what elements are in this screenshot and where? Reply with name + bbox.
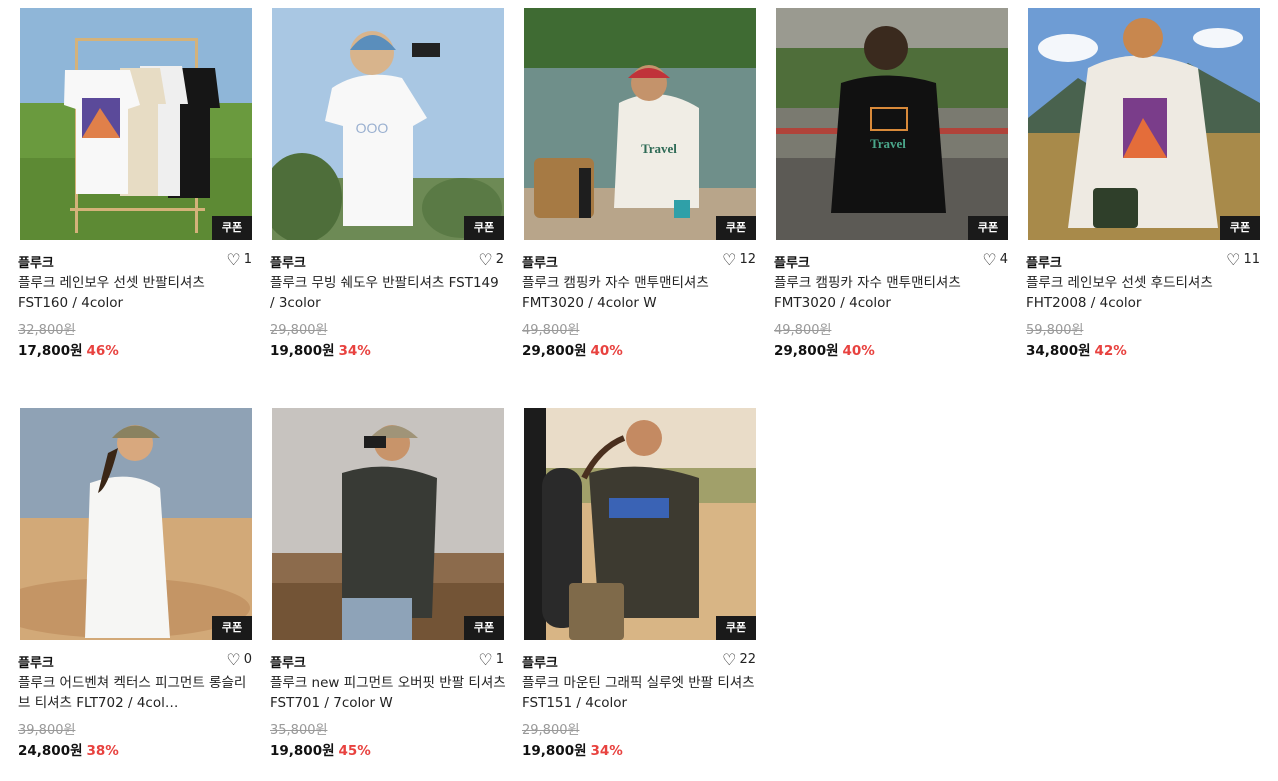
like-button[interactable]: ♡ 4 [982,249,1008,269]
discount-rate: 42% [1094,343,1127,359]
original-price: 49,800원 [522,323,580,338]
sale-price: 24,800원 [18,743,83,759]
like-button[interactable]: ♡ 12 [722,249,756,269]
heart-icon: ♡ [478,249,493,269]
brand-name[interactable]: 플루크 [522,252,558,271]
heart-icon: ♡ [722,249,737,269]
brand-name[interactable]: 플루크 [18,252,54,271]
coupon-badge: 쿠폰 [464,616,504,640]
product-card[interactable]: 쿠폰 플루크 ♡ 22 플루크 마운틴 그래픽 실루엣 반팔 티셔츠 FST151… [522,408,758,759]
like-button[interactable]: ♡ 22 [722,649,756,669]
sale-price: 34,800원 [1026,343,1091,359]
sale-price: 29,800원 [522,343,587,359]
heart-icon: ♡ [478,649,493,669]
like-count: 12 [739,252,756,267]
product-name[interactable]: 플루크 레인보우 선셋 후드티셔츠 FHT2008 / 4color [1026,274,1262,313]
svg-text:Travel: Travel [870,136,906,151]
like-count: 2 [495,252,504,267]
svg-text:Travel: Travel [641,141,677,156]
brand-name[interactable]: 플루크 [270,252,306,271]
product-image[interactable]: OOO 쿠폰 [272,8,504,240]
like-count: 22 [739,652,756,667]
discount-rate: 40% [590,343,623,359]
heart-icon: ♡ [226,249,241,269]
heart-icon: ♡ [226,649,241,669]
product-card[interactable]: OOO 쿠폰 플루크 ♡ 2 플루크 무빙 쉐도우 반팔티셔츠 FST149 / … [270,8,506,359]
like-button[interactable]: ♡ 2 [478,249,504,269]
product-name[interactable]: 플루크 레인보우 선셋 반팔티셔츠 FST160 / 4color [18,274,254,313]
sale-price: 19,800원 [522,743,587,759]
brand-name[interactable]: 플루크 [18,652,54,671]
original-price: 49,800원 [774,323,832,338]
product-image[interactable]: 쿠폰 [20,8,252,240]
product-name[interactable]: 플루크 마운틴 그래픽 실루엣 반팔 티셔츠 FST151 / 4color [522,674,758,713]
product-image[interactable]: Travel 쿠폰 [524,8,756,240]
discount-rate: 34% [590,743,623,759]
product-image[interactable]: Travel 쿠폰 [776,8,1008,240]
like-count: 11 [1243,252,1260,267]
product-card[interactable]: 쿠폰 플루크 ♡ 11 플루크 레인보우 선셋 후드티셔츠 FHT2008 / 4… [1026,8,1262,359]
product-image[interactable]: 쿠폰 [1028,8,1260,240]
sale-price: 29,800원 [774,343,839,359]
product-image[interactable]: 쿠폰 [20,408,252,640]
like-button[interactable]: ♡ 11 [1226,249,1260,269]
product-name[interactable]: 플루크 무빙 쉐도우 반팔티셔츠 FST149 / 3color [270,274,506,313]
discount-rate: 34% [338,343,371,359]
like-count: 4 [999,252,1008,267]
product-card[interactable]: 쿠폰 플루크 ♡ 0 플루크 어드벤쳐 켁터스 피그먼트 롱슬리브 티셔츠 FLT… [18,408,254,759]
product-name[interactable]: 플루크 캠핑카 자수 맨투맨티셔츠 FMT3020 / 4color [774,274,1010,313]
discount-rate: 38% [86,743,119,759]
product-card[interactable]: 쿠폰 플루크 ♡ 1 플루크 레인보우 선셋 반팔티셔츠 FST160 / 4co… [18,8,254,359]
sale-price: 19,800원 [270,343,335,359]
like-count: 0 [243,652,252,667]
coupon-badge: 쿠폰 [212,216,252,240]
brand-name[interactable]: 플루크 [270,652,306,671]
like-button[interactable]: ♡ 0 [226,649,252,669]
discount-rate: 46% [86,343,119,359]
brand-name[interactable]: 플루크 [1026,252,1062,271]
discount-rate: 40% [842,343,875,359]
brand-name[interactable]: 플루크 [522,652,558,671]
like-count: 1 [243,252,252,267]
brand-name[interactable]: 플루크 [774,252,810,271]
product-card[interactable]: Travel 쿠폰 플루크 ♡ 4 플루크 캠핑카 자수 맨투맨티셔츠 FMT30… [774,8,1010,359]
original-price: 59,800원 [1026,323,1084,338]
like-count: 1 [495,652,504,667]
original-price: 39,800원 [18,723,76,738]
coupon-badge: 쿠폰 [464,216,504,240]
like-button[interactable]: ♡ 1 [226,249,252,269]
coupon-badge: 쿠폰 [716,616,756,640]
coupon-badge: 쿠폰 [212,616,252,640]
product-card[interactable]: 쿠폰 플루크 ♡ 1 플루크 new 피그먼트 오버핏 반팔 티셔츠 FST701… [270,408,506,759]
original-price: 35,800원 [270,723,328,738]
coupon-badge: 쿠폰 [716,216,756,240]
discount-rate: 45% [338,743,371,759]
original-price: 32,800원 [18,323,76,338]
sale-price: 17,800원 [18,343,83,359]
original-price: 29,800원 [522,723,580,738]
heart-icon: ♡ [1226,249,1241,269]
product-image[interactable]: 쿠폰 [524,408,756,640]
heart-icon: ♡ [722,649,737,669]
coupon-badge: 쿠폰 [968,216,1008,240]
heart-icon: ♡ [982,249,997,269]
product-name[interactable]: 플루크 new 피그먼트 오버핏 반팔 티셔츠 FST701 / 7color … [270,674,506,713]
product-name[interactable]: 플루크 캠핑카 자수 맨투맨티셔츠 FMT3020 / 4color W [522,274,758,313]
coupon-badge: 쿠폰 [1220,216,1260,240]
product-card[interactable]: Travel 쿠폰 플루크 ♡ 12 플루크 캠핑카 자수 맨투맨티셔츠 FMT3… [522,8,758,359]
sale-price: 19,800원 [270,743,335,759]
like-button[interactable]: ♡ 1 [478,649,504,669]
svg-text:OOO: OOO [356,120,389,136]
product-image[interactable]: 쿠폰 [272,408,504,640]
original-price: 29,800원 [270,323,328,338]
product-name[interactable]: 플루크 어드벤쳐 켁터스 피그먼트 롱슬리브 티셔츠 FLT702 / 4col… [18,674,254,713]
